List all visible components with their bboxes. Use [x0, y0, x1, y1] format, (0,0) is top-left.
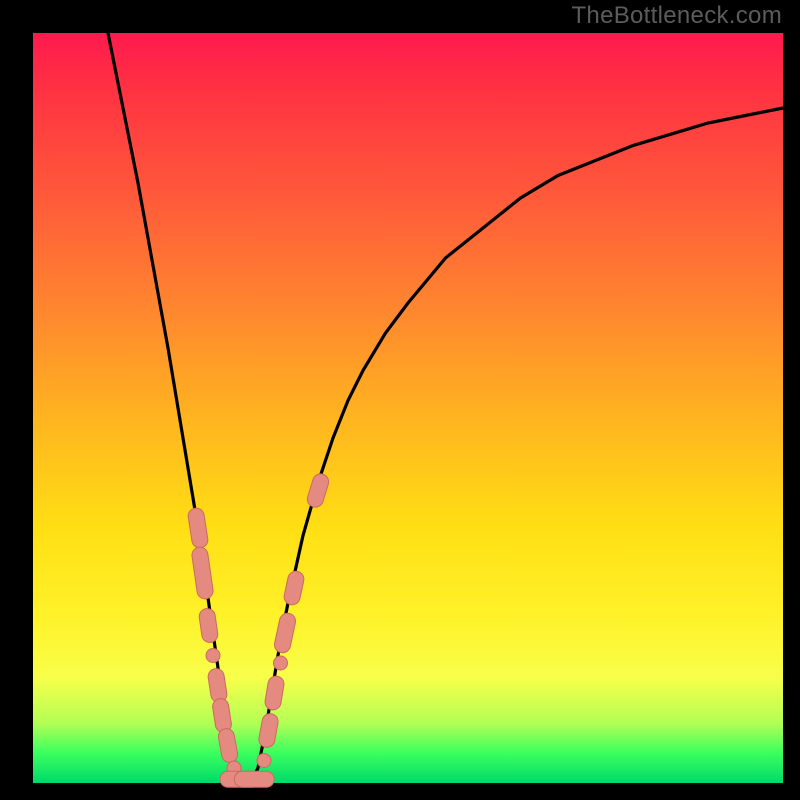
curve-line — [108, 33, 783, 783]
watermark-text: TheBottleneck.com — [571, 2, 782, 30]
curve-marker — [207, 617, 210, 635]
curve-marker — [206, 649, 220, 663]
curve-marker — [315, 482, 320, 499]
marker-layer — [196, 482, 320, 779]
curve-marker — [273, 684, 276, 702]
curve-marker — [282, 621, 287, 644]
plot-area — [33, 33, 783, 783]
curve-marker — [221, 707, 224, 725]
curve-marker — [196, 516, 200, 540]
curve-marker — [200, 555, 205, 591]
curve-marker — [292, 579, 296, 597]
curve-marker — [216, 677, 219, 695]
chart-frame: TheBottleneck.com — [0, 0, 800, 800]
bottleneck-curve — [33, 33, 783, 783]
curve-marker — [226, 737, 229, 755]
curve-marker — [274, 656, 288, 670]
curve-marker — [267, 722, 270, 740]
curve-marker — [257, 754, 271, 768]
